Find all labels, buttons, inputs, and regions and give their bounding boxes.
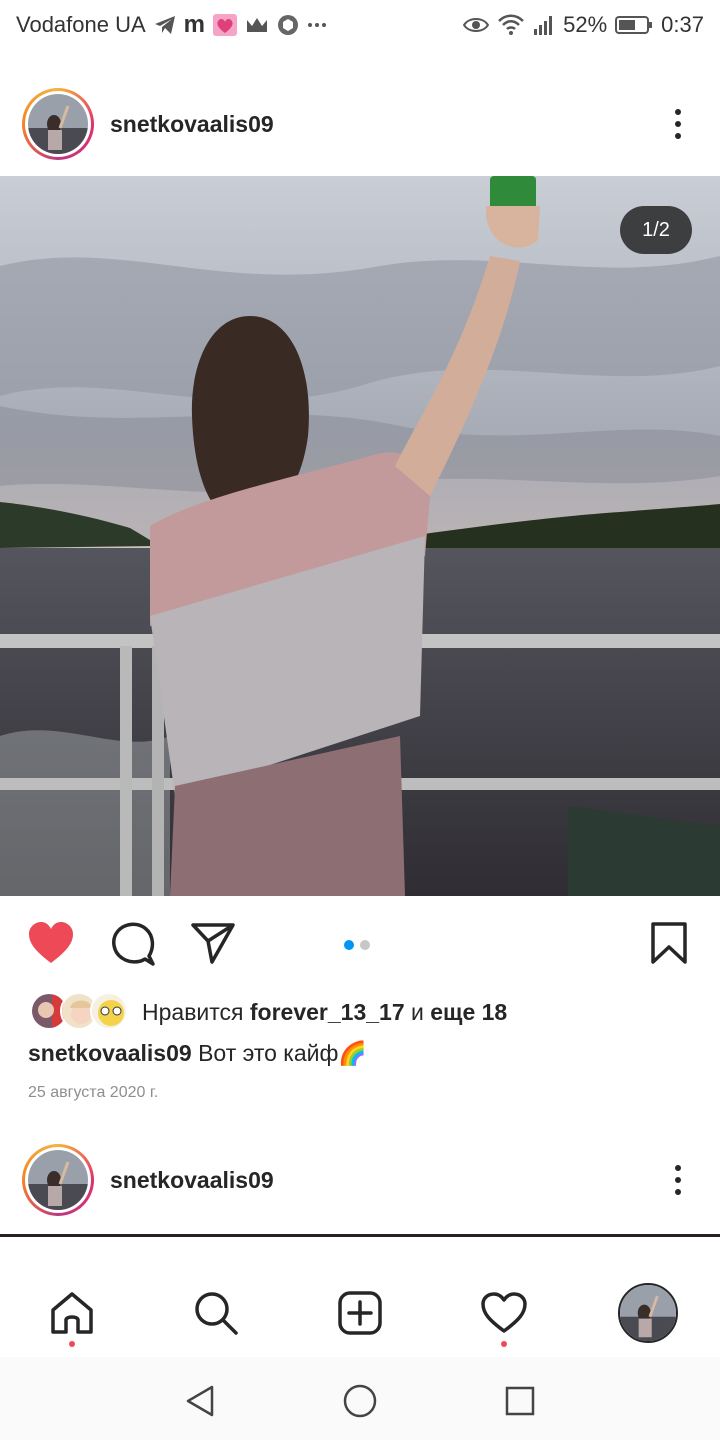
post-header: snetkovaalis09 [0, 74, 720, 174]
photo-counter: 1/2 [620, 206, 692, 254]
signal-icon [533, 15, 555, 35]
more-vertical-icon [675, 1165, 681, 1195]
bottom-navigation [0, 1237, 720, 1357]
nav-new-post[interactable] [332, 1285, 388, 1341]
status-right: 52% 0:37 [463, 12, 704, 38]
photo-image [0, 176, 720, 896]
shield-app-icon [277, 14, 299, 36]
crown-icon [245, 16, 269, 34]
carousel-indicator [344, 940, 370, 950]
battery-icon [615, 15, 653, 35]
post-actions [0, 906, 720, 976]
battery-percent: 52% [563, 12, 608, 37]
likes-text: Нравится forever_13_17 и еще 18 [142, 999, 507, 1026]
likes-more[interactable]: еще 18 [430, 999, 507, 1025]
search-icon [195, 1292, 238, 1335]
avatar-photo [28, 1150, 88, 1210]
status-bar: Vodafone UA m 52% 0:37 [0, 0, 720, 50]
carousel-dot-active [344, 940, 354, 950]
recents-icon [505, 1386, 535, 1416]
bookmark-icon [651, 922, 687, 964]
status-left: Vodafone UA m [16, 11, 327, 39]
home-notification-dot [69, 1341, 75, 1347]
nav-activity[interactable] [476, 1285, 532, 1347]
caption-text: Вот это кайф🌈 [198, 1040, 368, 1066]
activity-icon [481, 1292, 527, 1333]
avatar-photo [28, 94, 88, 154]
activity-notification-dot [501, 1341, 507, 1347]
system-recents-button[interactable] [498, 1379, 542, 1423]
clock: 0:37 [661, 12, 704, 37]
comment-button[interactable] [108, 918, 158, 968]
post-date: 25 августа 2020 г. [28, 1084, 159, 1101]
carrier-label: Vodafone UA [16, 12, 146, 37]
heart-icon [29, 922, 73, 963]
liker-avatars [30, 992, 130, 1032]
eye-icon [463, 16, 490, 34]
likes-connector: и [411, 998, 424, 1025]
back-icon [186, 1385, 214, 1417]
likes-prefix: Нравится [142, 998, 244, 1025]
system-navigation-bar [0, 1357, 720, 1440]
system-home-button[interactable] [338, 1379, 382, 1423]
next-user-avatar[interactable] [22, 1144, 94, 1216]
post-photo[interactable]: 1/2 [0, 176, 720, 896]
nav-search[interactable] [188, 1285, 244, 1341]
more-vertical-icon [675, 109, 681, 139]
app-m-icon: m [183, 11, 206, 38]
system-back-button[interactable] [178, 1379, 222, 1423]
add-post-icon [338, 1291, 382, 1335]
liked-by-username[interactable]: forever_13_17 [250, 999, 405, 1025]
carousel-dot [360, 940, 370, 950]
caption-username[interactable]: snetkovaalis09 [28, 1040, 192, 1066]
liker-avatar [90, 992, 128, 1030]
share-icon [191, 923, 235, 964]
next-more-options-button[interactable] [658, 1160, 698, 1200]
caption: snetkovaalis09 Вот это кайф🌈 [28, 1040, 367, 1067]
telegram-icon [154, 15, 176, 35]
share-button[interactable] [188, 918, 238, 968]
nav-profile[interactable] [616, 1281, 680, 1345]
comment-icon [112, 922, 155, 966]
like-button[interactable] [26, 918, 76, 968]
more-options-button[interactable] [658, 104, 698, 144]
heart-notification-icon [213, 14, 238, 36]
profile-avatar [618, 1283, 678, 1343]
likes-row[interactable]: Нравится forever_13_17 и еще 18 [30, 990, 507, 1034]
home-icon [51, 1292, 93, 1334]
next-post-username[interactable]: snetkovaalis09 [110, 1167, 658, 1194]
user-avatar[interactable] [22, 88, 94, 160]
post-username[interactable]: snetkovaalis09 [110, 111, 658, 138]
home-circle-icon [343, 1384, 377, 1418]
nav-home[interactable] [44, 1285, 100, 1347]
next-post-header: snetkovaalis09 [0, 1130, 720, 1230]
wifi-icon [497, 14, 525, 36]
more-notifications-icon [307, 22, 327, 28]
save-button[interactable] [644, 918, 694, 968]
